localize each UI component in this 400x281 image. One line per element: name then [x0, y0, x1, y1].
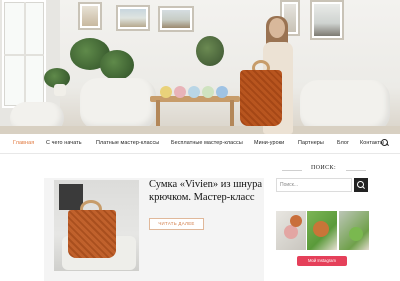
hero-banner	[0, 0, 400, 134]
hero-window	[2, 0, 46, 108]
yarn-ball	[216, 86, 228, 98]
instagram-photo[interactable]	[307, 211, 337, 250]
wall-picture	[116, 5, 150, 31]
wall-picture	[158, 6, 194, 32]
search-icon[interactable]	[380, 138, 389, 147]
yarn-ball	[174, 86, 186, 98]
instagram-photo[interactable]	[339, 211, 369, 250]
armchair	[80, 78, 156, 130]
nav-item-paid-masterclasses[interactable]: Платные мастер-классы	[96, 140, 159, 146]
armchair	[300, 80, 390, 132]
nav-item-getting-started[interactable]: С чего начать	[46, 140, 82, 146]
yarn-ball	[202, 86, 214, 98]
plant	[100, 50, 134, 80]
search-icon[interactable]	[354, 178, 368, 192]
divider	[346, 170, 366, 171]
wall-picture	[310, 0, 344, 40]
nav-item-partners[interactable]: Партнеры	[298, 140, 324, 146]
nav-item-free-masterclasses[interactable]: Бесплатные мастер-классы	[171, 140, 243, 146]
nav-item-blog[interactable]: Блог	[337, 140, 349, 146]
nav-item-home[interactable]: Главная	[13, 140, 34, 146]
yarn-ball	[160, 86, 172, 98]
nav-item-mini-lessons[interactable]: Мини-уроки	[254, 140, 284, 146]
instagram-button[interactable]: Мой Instagram	[297, 256, 347, 266]
plant-pot	[54, 84, 66, 96]
instagram-photo[interactable]	[276, 211, 306, 250]
main-navigation: Главная С чего начать Платные мастер-кла…	[0, 134, 400, 154]
plant	[196, 36, 224, 66]
search-input[interactable]: Поиск...	[276, 178, 352, 192]
read-more-button[interactable]: ЧИТАТЬ ДАЛЕЕ	[149, 218, 204, 230]
post-title[interactable]: Сумка «Vivien» из шнура крючком. Мастер-…	[149, 178, 267, 204]
yarn-ball	[188, 86, 200, 98]
post-thumbnail[interactable]	[54, 180, 139, 271]
floor	[0, 126, 400, 134]
wall-picture	[78, 2, 102, 30]
crochet-bag	[240, 70, 282, 126]
